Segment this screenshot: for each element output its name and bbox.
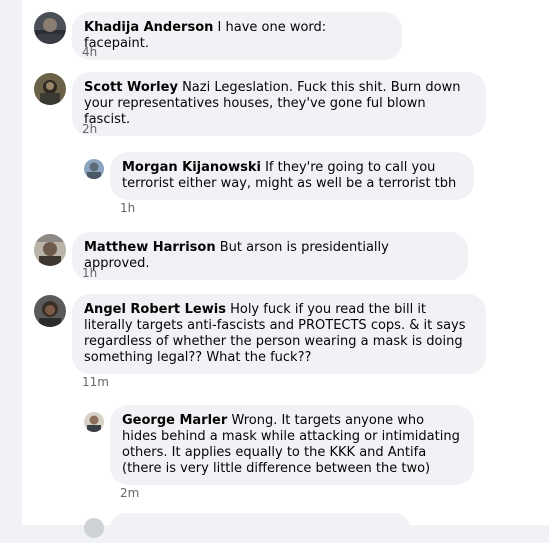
comment-author[interactable]: Scott Worley <box>84 80 178 95</box>
avatar[interactable] <box>34 12 66 44</box>
comment-timestamp[interactable]: 1h <box>82 266 97 280</box>
comment-bubble: Scott Worley Nazi Legeslation. Fuck this… <box>72 72 486 136</box>
profile-photo-icon <box>84 159 104 179</box>
comment-author[interactable]: Angel Robert Lewis <box>84 302 226 317</box>
comment-bubble: Matthew Harrison But arson is presidenti… <box>72 232 468 280</box>
profile-photo-icon <box>84 412 104 432</box>
comment-author[interactable]: Khadija Anderson <box>84 20 213 35</box>
profile-photo-icon <box>34 73 66 105</box>
comment-author[interactable]: Morgan Kijanowski <box>122 160 261 175</box>
avatar[interactable] <box>84 412 104 432</box>
comment-bubble: George Marler Wrong. It targets anyone w… <box>110 405 474 485</box>
comment-bubble: Morgan Kijanowski If they're going to ca… <box>110 152 474 200</box>
profile-photo-icon <box>34 234 66 266</box>
comment-bubble: Khadija Anderson I have one word: facepa… <box>72 12 402 60</box>
comment-bubble <box>110 513 410 543</box>
avatar[interactable] <box>34 295 66 327</box>
avatar[interactable] <box>84 159 104 179</box>
comment-timestamp[interactable]: 2h <box>82 122 97 136</box>
avatar[interactable] <box>34 234 66 266</box>
comment-author[interactable]: Matthew Harrison <box>84 240 216 255</box>
comment-timestamp[interactable]: 1h <box>120 201 135 215</box>
avatar[interactable] <box>34 73 66 105</box>
comment-author[interactable]: George Marler <box>122 413 227 428</box>
comment-timestamp[interactable]: 11m <box>82 375 109 389</box>
profile-photo-icon <box>34 295 66 327</box>
profile-photo-icon <box>34 12 66 44</box>
comment-timestamp[interactable]: 4h <box>82 45 97 59</box>
comment-timestamp[interactable]: 2m <box>120 486 139 500</box>
avatar[interactable] <box>84 518 104 538</box>
comment-bubble: Angel Robert Lewis Holy fuck if you read… <box>72 294 486 374</box>
